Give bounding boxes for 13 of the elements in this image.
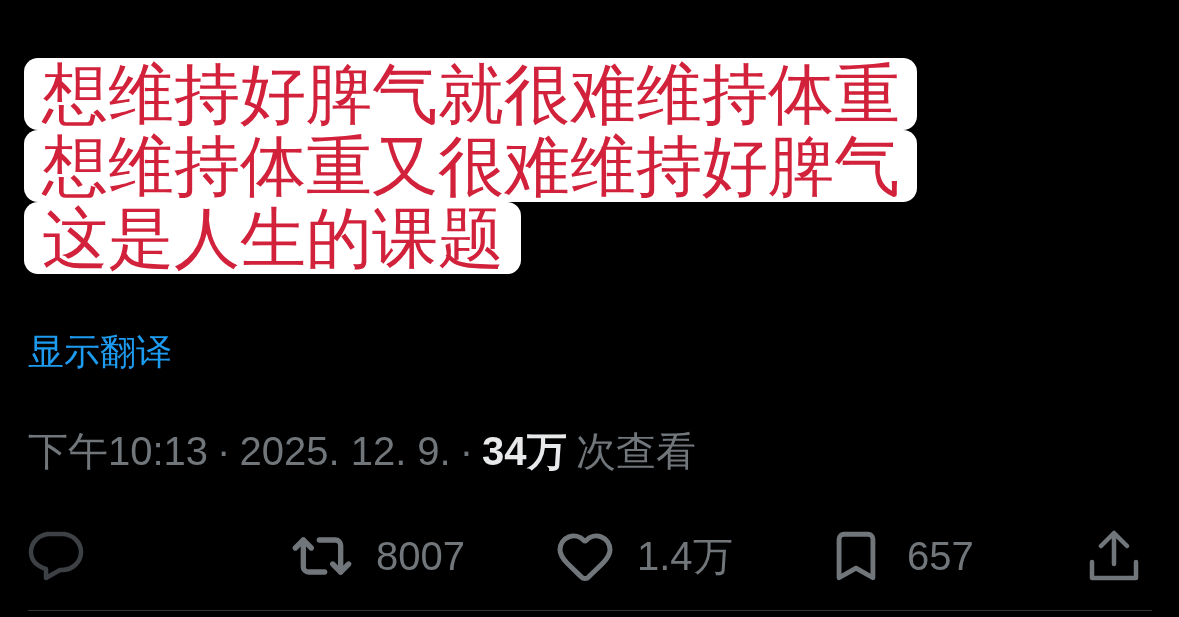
share-button[interactable]: [1088, 530, 1140, 582]
bookmark-button[interactable]: 657: [827, 525, 974, 587]
date-text: 2025. 12. 9.: [239, 428, 451, 474]
views-count: 34万: [482, 428, 567, 474]
share-icon: [1088, 530, 1140, 582]
separator-dot: ·: [217, 428, 231, 474]
time-text: 下午10:13: [28, 428, 209, 474]
views-label: 次查看: [575, 428, 696, 474]
separator-dot: ·: [459, 428, 474, 474]
speech-bubble-icon: [28, 531, 84, 581]
like-button[interactable]: 1.4万: [555, 526, 733, 586]
translate-link[interactable]: 显示翻译: [28, 331, 172, 372]
repost-button[interactable]: 8007: [290, 524, 465, 588]
